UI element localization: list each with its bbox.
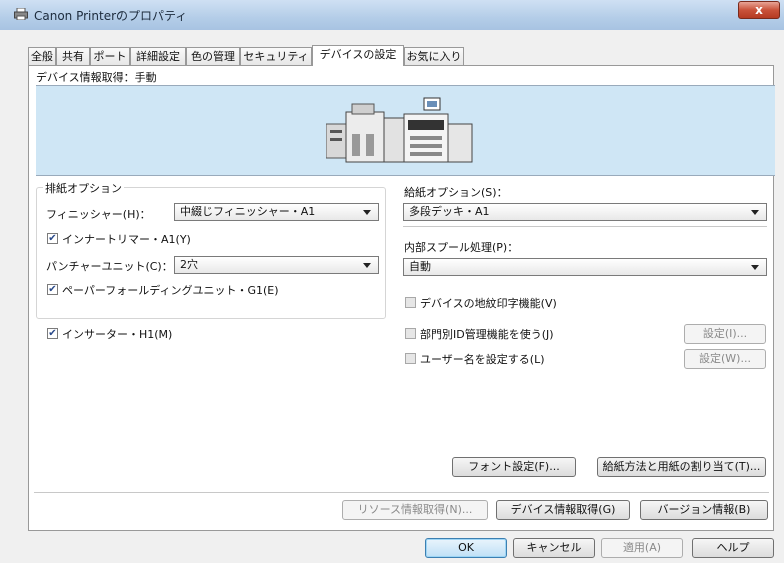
- version-info-button[interactable]: バージョン情報(B): [640, 500, 768, 520]
- chevron-down-icon: [363, 263, 371, 268]
- inner-trimmer-checkbox[interactable]: ✔: [47, 233, 58, 244]
- resource-info-button[interactable]: リソース情報取得(N)...: [342, 500, 488, 520]
- cancel-button[interactable]: キャンセル: [513, 538, 595, 558]
- dept-id-label: 部門別ID管理機能を使う(J): [420, 328, 554, 341]
- tab-color-management[interactable]: 色の管理: [186, 47, 240, 65]
- device-info-button[interactable]: デバイス情報取得(G): [496, 500, 630, 520]
- tab-favorites[interactable]: お気に入り: [404, 47, 464, 65]
- spool-value: 自動: [409, 260, 431, 273]
- puncher-select[interactable]: 2穴: [174, 256, 379, 274]
- properties-window: Canon Printerのプロパティ x 全般 共有 ポート 詳細設定 色の管…: [0, 0, 784, 563]
- tab-sharing[interactable]: 共有: [56, 47, 90, 65]
- paper-folding-label: ペーパーフォールディングユニット・G1(E): [62, 284, 279, 297]
- inserter-checkbox[interactable]: ✔: [47, 328, 58, 339]
- ok-button[interactable]: OK: [425, 538, 507, 558]
- device-image-banner: [36, 85, 775, 176]
- paper-source-value: 多段デッキ・A1: [409, 205, 490, 218]
- apply-button[interactable]: 適用(A): [601, 538, 683, 558]
- chevron-down-icon: [363, 210, 371, 215]
- tab-security[interactable]: セキュリティ: [240, 47, 312, 65]
- spool-select[interactable]: 自動: [403, 258, 767, 276]
- inner-trimmer-label: インナートリマー・A1(Y): [62, 233, 191, 246]
- printer-icon: [14, 8, 28, 20]
- dept-id-settings-button[interactable]: 設定(I)...: [684, 324, 766, 344]
- paper-folding-checkbox[interactable]: ✔: [47, 284, 58, 295]
- close-button[interactable]: x: [738, 1, 780, 19]
- tab-ports[interactable]: ポート: [90, 47, 130, 65]
- finisher-value: 中綴じフィニッシャー・A1: [180, 205, 316, 218]
- watermark-checkbox[interactable]: [405, 297, 416, 308]
- inserter-label: インサーター・H1(M): [62, 328, 173, 341]
- tab-general[interactable]: 全般: [28, 47, 56, 65]
- window-title: Canon Printerのプロパティ: [34, 9, 188, 23]
- finisher-select[interactable]: 中綴じフィニッシャー・A1: [174, 203, 379, 221]
- puncher-label: パンチャーユニット(C)：: [46, 260, 173, 273]
- chevron-down-icon: [751, 265, 759, 270]
- separator: [34, 492, 769, 493]
- user-name-checkbox[interactable]: [405, 353, 416, 364]
- tab-advanced[interactable]: 詳細設定: [130, 47, 186, 65]
- paper-assign-button[interactable]: 給紙方法と用紙の割り当て(T)...: [597, 457, 766, 477]
- user-name-settings-button[interactable]: 設定(W)...: [684, 349, 766, 369]
- puncher-value: 2穴: [180, 258, 198, 271]
- dialog-body: 全般 共有 ポート 詳細設定 色の管理 セキュリティ デバイスの設定 お気に入り…: [0, 30, 784, 563]
- device-info-status: デバイス情報取得：手動: [36, 71, 157, 84]
- user-name-label: ユーザー名を設定する(L): [420, 353, 545, 366]
- paper-source-label: 給紙オプション(S)：: [404, 186, 508, 199]
- separator: [403, 226, 767, 227]
- paper-source-select[interactable]: 多段デッキ・A1: [403, 203, 767, 221]
- tab-device-settings[interactable]: デバイスの設定: [312, 45, 404, 66]
- font-settings-button[interactable]: フォント設定(F)...: [452, 457, 576, 477]
- chevron-down-icon: [751, 210, 759, 215]
- device-settings-panel: デバイス情報取得：手動 排紙オプション フィニッシャー(H)： 中綴じフィニッシ…: [28, 65, 775, 531]
- watermark-label: デバイスの地紋印字機能(V): [420, 297, 557, 310]
- finisher-label: フィニッシャー(H)：: [46, 208, 151, 221]
- dept-id-checkbox[interactable]: [405, 328, 416, 339]
- printer-illustration: [326, 97, 473, 163]
- spool-label: 内部スプール処理(P)：: [404, 241, 519, 254]
- title-bar: Canon Printerのプロパティ x: [0, 0, 784, 31]
- output-options-label: 排紙オプション: [43, 180, 124, 196]
- help-button[interactable]: ヘルプ: [692, 538, 774, 558]
